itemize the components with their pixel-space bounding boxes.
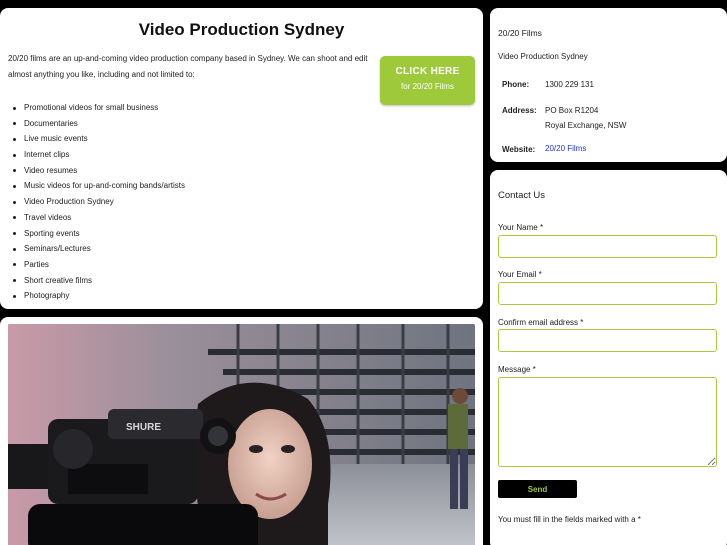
address-line-2: Royal Exchange, NSW: [545, 121, 627, 130]
confirm-email-label: Confirm email address *: [498, 318, 584, 327]
photo-panel: SHURE: [0, 317, 483, 545]
list-item: Promotional videos for small business: [12, 100, 185, 116]
list-item: Short creative films: [12, 273, 185, 289]
website-link[interactable]: 20/20 Films: [545, 144, 586, 153]
cta-title: CLICK HERE: [395, 66, 460, 77]
list-item: Parties: [12, 257, 185, 273]
videographer-photo: SHURE: [8, 324, 475, 545]
email-field[interactable]: [498, 282, 717, 305]
list-item: Live music events: [12, 131, 185, 147]
address-label: Address:: [502, 106, 537, 115]
company-tagline: Video Production Sydney: [498, 52, 588, 61]
website-label: Website:: [502, 145, 536, 154]
list-item: Video resumes: [12, 163, 185, 179]
message-label: Message *: [498, 365, 536, 374]
camera-brand: SHURE: [126, 422, 161, 433]
list-item: Travel videos: [12, 210, 185, 226]
phone-value: 1300 229 131: [545, 80, 594, 89]
contact-title: Contact Us: [498, 190, 545, 201]
list-item: Internet clips: [12, 147, 185, 163]
name-label: Your Name *: [498, 223, 544, 232]
address-line-1: PO Box R1204: [545, 106, 599, 115]
contact-form-panel: Contact Us Your Name * Your Email * Conf…: [490, 170, 727, 545]
list-item: Video Production Sydney: [12, 194, 185, 210]
company-info-panel: 20/20 Films Video Production Sydney Phon…: [490, 8, 727, 162]
phone-label: Phone:: [502, 80, 530, 89]
services-list: Promotional videos for small business Do…: [12, 100, 185, 304]
required-fields-note: You must fill in the fields marked with …: [498, 515, 641, 524]
confirm-email-field[interactable]: [498, 329, 717, 352]
page-title: Video Production Sydney: [138, 20, 345, 39]
send-button[interactable]: Send: [498, 480, 577, 498]
cta-subtitle: for 20/20 Films: [401, 82, 454, 91]
email-label: Your Email *: [498, 270, 542, 279]
list-item: Music videos for up-and-coming bands/art…: [12, 178, 185, 194]
list-item: Photography: [12, 288, 185, 304]
main-content-panel: Video Production Sydney 20/20 films are …: [0, 8, 483, 309]
photo-illustration: SHURE: [8, 324, 475, 545]
list-item: Sporting events: [12, 226, 185, 242]
intro-paragraph: 20/20 films are an up-and-coming video p…: [8, 54, 368, 79]
name-field[interactable]: [498, 235, 717, 258]
click-here-button[interactable]: CLICK HERE for 20/20 Films: [380, 56, 475, 105]
message-field[interactable]: [498, 377, 717, 467]
company-name: 20/20 Films: [498, 28, 542, 38]
list-item: Documentaries: [12, 116, 185, 132]
list-item: Seminars/Lectures: [12, 241, 185, 257]
